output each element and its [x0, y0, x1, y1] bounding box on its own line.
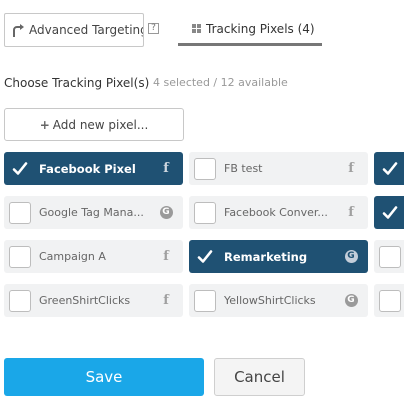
save-button[interactable]: Save [4, 358, 204, 396]
facebook-icon: f [155, 249, 177, 264]
checkmark-icon [382, 205, 398, 219]
checkbox-checked[interactable] [379, 158, 401, 180]
google-icon-glyph: G [159, 206, 173, 219]
google-icon-glyph: G [344, 250, 358, 263]
pixel-item-label: Remarketing [224, 249, 308, 264]
pixel-item[interactable]: Campaign A f [4, 240, 183, 273]
facebook-icon: f [155, 161, 177, 176]
google-icon-glyph: G [344, 294, 358, 307]
checkbox[interactable] [194, 157, 216, 180]
add-new-pixel-label: Add new pixel... [52, 117, 149, 132]
checkbox[interactable] [9, 289, 31, 312]
pixel-item-label: Campaign A [39, 250, 106, 263]
tab-advanced-targeting[interactable]: Advanced Targeting [4, 13, 144, 47]
pixel-item-label: Facebook Conver... [224, 206, 328, 219]
pixel-item[interactable] [374, 240, 404, 273]
pixel-item-label: Google Tag Mana... [39, 206, 144, 219]
pixel-item[interactable]: GreenShirtClicks f [4, 284, 183, 317]
choose-pixels-label: Choose Tracking Pixel(s) [4, 76, 150, 90]
facebook-icon-glyph: f [348, 205, 354, 220]
route-arrow-icon [10, 22, 26, 38]
facebook-icon-glyph: f [163, 293, 169, 308]
pixel-item[interactable] [374, 152, 404, 185]
checkbox[interactable] [194, 201, 216, 224]
checkbox[interactable] [9, 201, 31, 224]
facebook-icon: f [340, 161, 362, 176]
pixel-item-label: Facebook Pixel [39, 161, 136, 176]
pixel-item-label: FB test [224, 162, 263, 175]
help-icon[interactable]: ? [148, 23, 159, 34]
checkmark-icon [197, 249, 213, 263]
cancel-button[interactable]: Cancel [214, 358, 305, 396]
grid-icon [192, 24, 201, 33]
checkbox-checked[interactable] [379, 202, 401, 224]
facebook-icon: f [155, 293, 177, 308]
tab-pixels-label: Tracking Pixels (4) [206, 21, 315, 36]
google-icon: G [340, 294, 362, 307]
pixel-item[interactable]: Facebook Pixel f [4, 152, 183, 185]
pixel-item[interactable]: Google Tag Mana... G [4, 196, 183, 229]
pixel-item[interactable]: YellowShirtClicks G [189, 284, 368, 317]
selection-count: 4 selected / 12 available [153, 76, 288, 89]
tab-advanced-label: Advanced Targeting [29, 23, 144, 37]
checkbox[interactable] [9, 245, 31, 268]
checkbox-checked[interactable] [9, 158, 31, 180]
tab-tracking-pixels[interactable]: Tracking Pixels (4) [178, 14, 322, 46]
checkmark-icon [12, 161, 28, 175]
pixel-item[interactable] [374, 196, 404, 229]
checkbox[interactable] [379, 289, 401, 312]
facebook-icon: f [340, 205, 362, 220]
google-icon: G [155, 206, 177, 219]
pixel-item-label: GreenShirtClicks [39, 294, 131, 307]
checkbox[interactable] [194, 289, 216, 312]
pixel-item[interactable]: FB test f [189, 152, 368, 185]
pixel-item-label: YellowShirtClicks [224, 294, 316, 307]
pixel-item[interactable]: Facebook Conver... f [189, 196, 368, 229]
checkbox-checked[interactable] [194, 246, 216, 268]
pixel-item[interactable]: Remarketing G [189, 240, 368, 273]
checkmark-icon [382, 161, 398, 175]
facebook-icon-glyph: f [163, 249, 169, 264]
facebook-icon-glyph: f [163, 161, 169, 176]
facebook-icon-glyph: f [348, 161, 354, 176]
checkbox[interactable] [379, 245, 401, 268]
plus-icon: + [39, 117, 50, 132]
pixel-item[interactable] [374, 284, 404, 317]
google-icon: G [340, 250, 362, 263]
add-new-pixel-button[interactable]: + Add new pixel... [4, 108, 184, 141]
